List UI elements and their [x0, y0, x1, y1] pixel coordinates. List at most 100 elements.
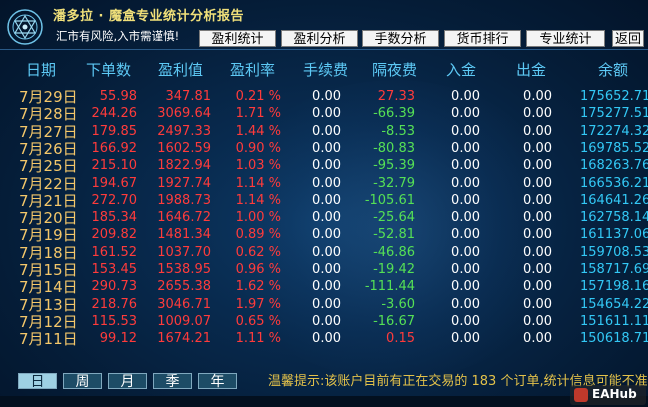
cell-profit: 1538.95 [157, 262, 211, 277]
cell-date: 7月25日 [19, 157, 78, 176]
cell-date: 7月13日 [19, 295, 78, 314]
cell-date: 7月27日 [19, 122, 78, 141]
cell-profit: 347.81 [165, 89, 212, 104]
period-tab-year[interactable]: 年 [198, 373, 237, 390]
table-row: 7月11日 99.12 1674.21 1.11 % 0.00 0.15 0.00 0.00 1… [0, 330, 648, 348]
risk-slogan: 汇市有风险,入市需谨慎! [56, 29, 180, 43]
cell-date: 7月11日 [19, 330, 78, 349]
header: 潘多拉 · 魔盒专业统计分析报告 汇市有风险,入市需谨慎! 盈利统计 盈利分析 … [0, 0, 648, 50]
cell-withdraw: 0.00 [523, 89, 552, 104]
cell-balance: 157198.16 [580, 279, 648, 295]
cell-fee: 0.00 [312, 123, 341, 139]
currency-ranking-button[interactable]: 货币排行 [444, 30, 521, 47]
cell-orders: 290.73 [91, 279, 138, 295]
period-tab-quarter[interactable]: 季 [153, 373, 192, 390]
col-header-withdraw: 出金 [516, 61, 547, 79]
cell-date: 7月15日 [19, 261, 78, 279]
cell-rate: 1.71 % [235, 106, 281, 122]
cell-profit: 1481.34 [157, 227, 211, 243]
cell-rate: 1.03 % [235, 158, 281, 174]
cell-profit: 1927.74 [157, 175, 211, 191]
table-row: 7月18日 161.52 1037.70 0.62 % 0.00 -46.86 0.00 0.… [0, 244, 648, 262]
table-row: 7月22日 194.67 1927.74 1.14 % 0.00 -32.79 0.00 0.… [0, 175, 648, 193]
eahub-logo-icon [574, 388, 588, 402]
cell-date: 7月21日 [19, 191, 78, 210]
cell-profit: 1822.94 [157, 158, 211, 174]
profit-analysis-button[interactable]: 盈利分析 [281, 30, 358, 47]
cell-profit: 3069.64 [157, 106, 211, 122]
cell-swap: 0.15 [386, 331, 415, 347]
cell-profit: 1602.59 [157, 140, 211, 156]
cell-profit: 1646.72 [157, 210, 211, 226]
cell-rate: 1.44 % [235, 123, 281, 139]
cell-fee: 0.00 [312, 210, 341, 226]
cell-orders: 218.76 [91, 296, 138, 312]
cell-withdraw: 0.00 [523, 227, 552, 243]
cell-orders: 215.10 [91, 158, 138, 174]
cell-orders: 161.52 [91, 244, 138, 260]
cell-balance: 168263.76 [580, 158, 648, 174]
cell-rate: 1.14 % [235, 175, 281, 191]
lot-analysis-button[interactable]: 手数分析 [362, 30, 439, 47]
cell-balance: 161137.06 [580, 227, 648, 243]
cell-swap: -95.39 [373, 158, 415, 174]
cell-balance: 175277.51 [580, 106, 648, 122]
cell-withdraw: 0.00 [523, 296, 552, 312]
cell-fee: 0.00 [312, 175, 341, 191]
col-header-profit: 盈利值 [158, 61, 204, 79]
cell-orders: 99.12 [99, 331, 137, 347]
table-row: 7月19日 209.82 1481.34 0.89 % 0.00 -52.81 0.00 0.… [0, 226, 648, 244]
pro-stats-button[interactable]: 专业统计 [526, 30, 605, 47]
table-row: 7月28日 244.26 3069.64 1.71 % 0.00 -66.39 0.00 0.… [0, 105, 648, 123]
cell-deposit: 0.00 [451, 279, 480, 295]
cell-balance: 169785.52 [580, 140, 648, 156]
cell-date: 7月28日 [19, 105, 78, 124]
cell-profit: 2497.33 [157, 123, 211, 139]
cell-swap: -19.42 [373, 262, 415, 277]
period-tab-month[interactable]: 月 [108, 373, 147, 390]
cell-fee: 0.00 [312, 227, 341, 243]
cell-withdraw: 0.00 [523, 279, 552, 295]
cell-withdraw: 0.00 [523, 158, 552, 174]
period-tab-week[interactable]: 周 [63, 373, 102, 390]
cell-withdraw: 0.00 [523, 244, 552, 260]
cell-swap: -8.53 [381, 123, 415, 139]
cell-swap: -80.83 [373, 140, 415, 156]
cell-deposit: 0.00 [451, 227, 480, 243]
cell-profit: 1009.07 [157, 313, 211, 329]
cell-rate: 0.21 % [235, 89, 281, 104]
cell-fee: 0.00 [312, 192, 341, 208]
cell-swap: -16.67 [373, 313, 415, 329]
cell-orders: 55.98 [99, 89, 137, 104]
table-row: 7月26日 166.92 1602.59 0.90 % 0.00 -80.83 0.00 0.… [0, 140, 648, 158]
cell-orders: 153.45 [91, 262, 138, 277]
cell-orders: 272.70 [91, 192, 138, 208]
watermark-text: EAHub [592, 387, 637, 401]
cell-balance: 166536.21 [580, 175, 648, 191]
cell-swap: -3.60 [381, 296, 415, 312]
back-button[interactable]: 返回 [612, 30, 644, 47]
profit-stats-button[interactable]: 盈利统计 [199, 30, 276, 47]
period-tab-day[interactable]: 日 [18, 373, 57, 390]
cell-date: 7月20日 [19, 209, 78, 228]
cell-balance: 159708.53 [580, 244, 648, 260]
table-row: 7月25日 215.10 1822.94 1.03 % 0.00 -95.39 0.00 0.… [0, 157, 648, 175]
cell-fee: 0.00 [312, 296, 341, 312]
cell-balance: 162758.14 [580, 210, 648, 226]
cell-withdraw: 0.00 [523, 210, 552, 226]
bottom-strip [0, 396, 648, 407]
cell-swap: -66.39 [373, 106, 415, 122]
cell-withdraw: 0.00 [523, 175, 552, 191]
cell-profit: 1674.21 [157, 331, 211, 347]
cell-date: 7月18日 [19, 243, 78, 262]
table-row: 7月21日 272.70 1988.73 1.14 % 0.00 -105.61 0.00 0… [0, 192, 648, 210]
cell-deposit: 0.00 [451, 123, 480, 139]
cell-swap: 27.33 [377, 89, 415, 104]
cell-profit: 1988.73 [157, 192, 211, 208]
cell-deposit: 0.00 [451, 244, 480, 260]
cell-balance: 175652.71 [580, 89, 648, 104]
col-header-rate: 盈利率 [230, 61, 276, 79]
cell-fee: 0.00 [312, 244, 341, 260]
cell-balance: 150618.71 [580, 331, 648, 347]
cell-withdraw: 0.00 [523, 192, 552, 208]
